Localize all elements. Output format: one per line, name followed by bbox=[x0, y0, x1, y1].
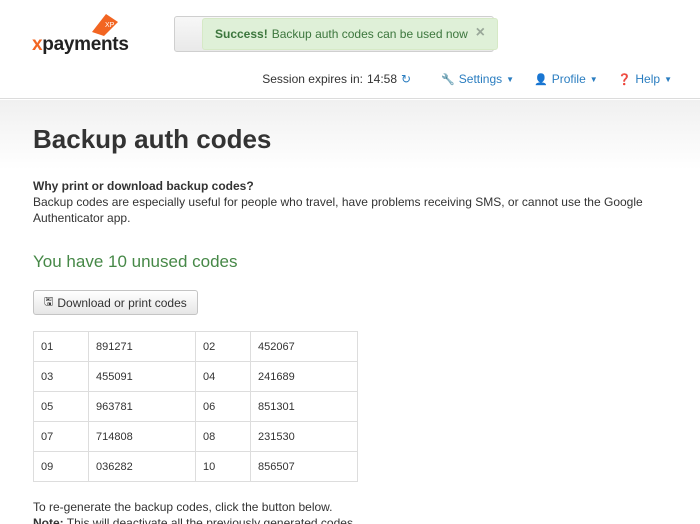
unused-codes-title: You have 10 unused codes bbox=[33, 252, 238, 271]
nav-profile[interactable]: 👤 Profile ▼ bbox=[534, 72, 598, 86]
success-alert: Success! Backup auth codes can be used n… bbox=[202, 18, 498, 50]
nav-settings[interactable]: 🔧 Settings ▼ bbox=[441, 72, 514, 86]
code-number: 05 bbox=[33, 391, 89, 422]
nav-settings-label: Settings bbox=[458, 72, 503, 86]
download-button-label: Download or print codes bbox=[57, 295, 187, 310]
logo-word: payments bbox=[42, 34, 129, 55]
table-row: 07 714808 08 231530 bbox=[33, 421, 358, 452]
table-row: 03 455091 04 241689 bbox=[33, 361, 358, 392]
table-row: 01 891271 02 452067 bbox=[33, 331, 358, 362]
note-body: This will deactivate all the previously … bbox=[66, 516, 357, 524]
code-value: 036282 bbox=[88, 451, 196, 482]
code-value: 963781 bbox=[88, 391, 196, 422]
session-label: Session expires in: bbox=[262, 72, 363, 86]
code-number: 06 bbox=[195, 391, 251, 422]
nav-profile-label: Profile bbox=[551, 72, 586, 86]
logo-x: x bbox=[32, 34, 43, 55]
chevron-down-icon: ▼ bbox=[664, 74, 672, 84]
code-number: 07 bbox=[33, 421, 89, 452]
code-number: 01 bbox=[33, 331, 89, 362]
logo-mark-icon: XP bbox=[92, 14, 118, 36]
alert-title: Success! bbox=[215, 27, 268, 41]
main-content: Backup auth codes Why print or download … bbox=[0, 100, 700, 524]
logo-text: xpayments bbox=[32, 34, 129, 56]
code-value: 714808 bbox=[88, 421, 196, 452]
wrench-icon: 🔧 bbox=[441, 73, 455, 86]
chevron-down-icon: ▼ bbox=[506, 74, 515, 84]
code-number: 04 bbox=[195, 361, 251, 392]
code-value: 455091 bbox=[88, 361, 196, 392]
page-title: Backup auth codes bbox=[33, 124, 272, 154]
chevron-down-icon: ▼ bbox=[589, 74, 598, 84]
code-value: 241689 bbox=[250, 361, 358, 392]
save-icon: 🖫 bbox=[44, 296, 54, 308]
code-number: 02 bbox=[195, 331, 251, 362]
nav-help[interactable]: ❓ Help ▼ bbox=[618, 72, 672, 86]
why-title: Why print or download backup codes? bbox=[33, 179, 254, 193]
session-info: Session expires in: 14:58 ↻ bbox=[262, 72, 411, 86]
code-value: 891271 bbox=[88, 331, 196, 362]
code-value: 452067 bbox=[250, 331, 358, 362]
download-print-codes-button[interactable]: 🖫 Download or print codes bbox=[33, 290, 198, 315]
table-row: 09 036282 10 856507 bbox=[33, 451, 358, 482]
code-value: 851301 bbox=[250, 391, 358, 422]
user-icon: 👤 bbox=[534, 73, 548, 86]
note-text: Note: This will deactivate all the previ… bbox=[33, 516, 356, 524]
close-icon[interactable]: × bbox=[476, 24, 485, 42]
table-row: 05 963781 06 851301 bbox=[33, 391, 358, 422]
codes-table: 01 891271 02 452067 03 455091 04 241689 05 963781… bbox=[33, 331, 358, 482]
alert-message: Backup auth codes can be used now bbox=[271, 27, 468, 41]
top-nav: Session expires in: 14:58 ↻ 🔧 Settings ▼ 👤 Pr… bbox=[262, 71, 700, 87]
note-label: Note: bbox=[33, 516, 64, 524]
xpayments-logo[interactable]: XP xpayments bbox=[32, 12, 142, 56]
code-number: 08 bbox=[195, 421, 251, 452]
code-value: 856507 bbox=[250, 451, 358, 482]
code-number: 03 bbox=[33, 361, 89, 392]
header: XP xpayments Success! Backup auth codes … bbox=[0, 0, 700, 99]
why-text: Backup codes are especially useful for p… bbox=[33, 195, 643, 225]
code-number: 10 bbox=[195, 451, 251, 482]
question-circle-icon: ❓ bbox=[617, 73, 632, 86]
code-value: 231530 bbox=[250, 421, 358, 452]
svg-text:XP: XP bbox=[105, 22, 115, 29]
session-time: 14:58 bbox=[366, 72, 397, 86]
regen-text: To re-generate the backup codes, click t… bbox=[33, 500, 333, 514]
nav-help-label: Help bbox=[635, 72, 661, 86]
refresh-icon[interactable]: ↻ bbox=[401, 72, 411, 86]
code-number: 09 bbox=[33, 451, 89, 482]
